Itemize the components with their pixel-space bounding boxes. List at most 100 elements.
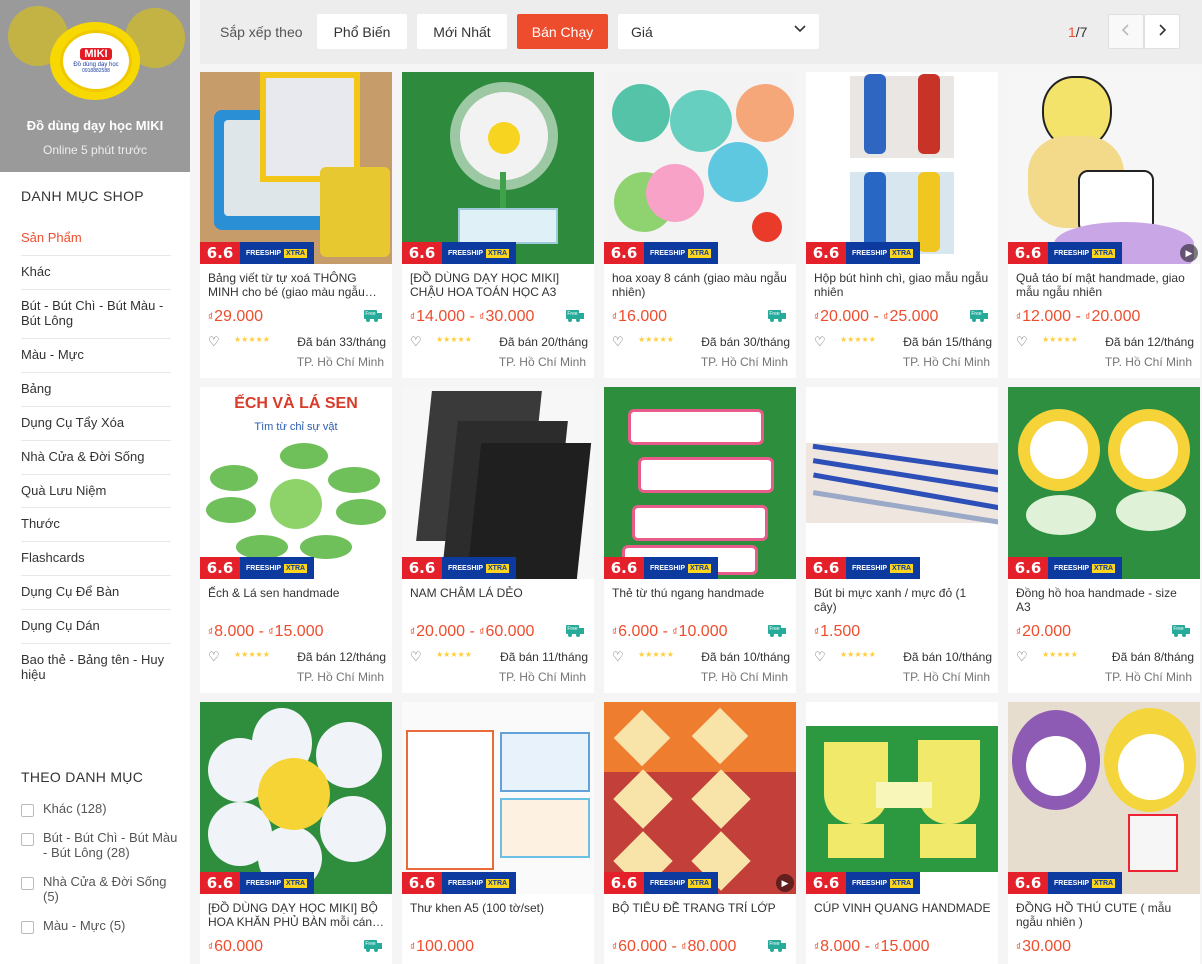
filter-checkbox[interactable] xyxy=(21,920,34,934)
product-image[interactable]: ẾCH VÀ LÁ SEN Tìm từ chỉ sự vật 6.6 FREES… xyxy=(200,387,392,579)
product-name[interactable]: Hộp bút hình chì, giao mẫu ngẫu nhiên xyxy=(814,271,992,299)
product-card[interactable]: 6.6 FREESHIP XTRA ▶ BỘ TIÊU ĐỀ TRANG TRÍ LỚP… xyxy=(604,702,796,964)
product-image[interactable]: 6.6 FREESHIP XTRA ▶ xyxy=(1008,72,1200,264)
product-name[interactable]: BỘ TIÊU ĐỀ TRANG TRÍ LỚP xyxy=(612,901,790,929)
product-image[interactable]: 6.6 FREESHIP XTRA xyxy=(402,387,594,579)
product-card[interactable]: 6.6 FREESHIP XTRA Thẻ từ thú ngang handmade… xyxy=(604,387,796,693)
product-image[interactable]: 6.6 FREESHIP XTRA xyxy=(1008,702,1200,894)
product-card[interactable]: 6.6 FREESHIP XTRA Hộp bút hình chì, giao mẫ… xyxy=(806,72,998,378)
filter-item[interactable]: Màu - Mực (5) xyxy=(21,918,181,934)
heart-icon[interactable]: ♡ xyxy=(1016,334,1028,350)
heart-icon[interactable]: ♡ xyxy=(1016,649,1028,665)
product-location: TP. Hồ Chí Minh xyxy=(700,670,788,684)
product-card[interactable]: 6.6 FREESHIP XTRA [ĐỒ DÙNG DẠY HỌC MIKI] CH… xyxy=(402,72,594,378)
category-item-bao-the[interactable]: Bao thẻ - Bảng tên - Huy hiệu xyxy=(21,644,171,692)
sort-price-select[interactable]: Giá xyxy=(618,14,819,49)
rating-stars-icon: ★★★★★ xyxy=(1042,650,1078,659)
product-name[interactable]: Đồng hồ hoa handmade - size A3 xyxy=(1016,586,1194,614)
product-image[interactable]: 6.6 FREESHIP XTRA xyxy=(402,72,594,264)
category-item-mau-muc[interactable]: Màu - Mực xyxy=(21,339,171,373)
product-name[interactable]: Bút bi mực xanh / mực đỏ (1 cây) xyxy=(814,586,992,614)
product-image[interactable]: 6.6 FREESHIP XTRA xyxy=(200,72,392,264)
product-name[interactable]: CÚP VINH QUANG HANDMADE xyxy=(814,901,992,929)
category-item-de-ban[interactable]: Dụng Cụ Để Bàn xyxy=(21,576,171,611)
product-image[interactable]: 6.6 FREESHIP XTRA xyxy=(806,702,998,894)
heart-icon[interactable]: ♡ xyxy=(814,649,826,665)
filter-checkbox[interactable] xyxy=(21,876,34,890)
product-card[interactable]: 6.6 FREESHIP XTRA NAM CHÂM LÁ DẺO ₫20.000 - … xyxy=(402,387,594,693)
heart-icon[interactable]: ♡ xyxy=(814,334,826,350)
filter-item[interactable]: Khác (128) xyxy=(21,801,181,817)
category-item-flashcards[interactable]: Flashcards xyxy=(21,542,171,577)
product-name[interactable]: NAM CHÂM LÁ DẺO xyxy=(410,586,588,614)
product-name[interactable]: [ĐỒ DÙNG DẠY HỌC MIKI] CHẬU HOA TOÁN HỌC… xyxy=(410,271,588,299)
product-image[interactable]: 6.6 FREESHIP XTRA xyxy=(604,72,796,264)
product-name[interactable]: Quả táo bí mật handmade, giao mẫu ngẫu n… xyxy=(1016,271,1194,299)
product-card[interactable]: 6.6 FREESHIP XTRA CÚP VINH QUANG HANDMADE ₫8… xyxy=(806,702,998,964)
shop-header[interactable]: MIKI Đồ dùng dạy học 0918882588 Đồ dùng … xyxy=(0,0,190,172)
filter-item[interactable]: Nhà Cửa & Đời Sống (5) xyxy=(21,874,181,905)
product-image[interactable]: 6.6 FREESHIP XTRA ▶ xyxy=(604,702,796,894)
category-item-dung-cu-dan[interactable]: Dụng Cụ Dán xyxy=(21,610,171,645)
heart-icon[interactable]: ♡ xyxy=(208,334,220,350)
filter-checkbox[interactable] xyxy=(21,804,34,817)
filter-title: THEO DANH MỤC xyxy=(21,769,144,785)
prev-page-button[interactable] xyxy=(1108,14,1144,49)
sort-popular-button[interactable]: Phổ Biến xyxy=(317,14,407,49)
product-card[interactable]: 6.6 FREESHIP XTRA Đồng hồ hoa handmade - si… xyxy=(1008,387,1200,693)
product-image[interactable]: 6.6 FREESHIP XTRA xyxy=(806,72,998,264)
heart-icon[interactable]: ♡ xyxy=(208,649,220,665)
heart-icon[interactable]: ♡ xyxy=(612,334,624,350)
video-play-icon[interactable]: ▶ xyxy=(776,874,794,892)
product-card[interactable]: 6.6 FREESHIP XTRA Bảng viết từ tự xoá THÔNG… xyxy=(200,72,392,378)
sale-badge: 6.6 xyxy=(806,557,846,579)
video-play-icon[interactable]: ▶ xyxy=(1180,244,1198,262)
product-image[interactable]: 6.6 FREESHIP XTRA xyxy=(402,702,594,894)
sort-newest-button[interactable]: Mới Nhất xyxy=(417,14,507,49)
category-item-tay-xoa[interactable]: Dụng Cụ Tẩy Xóa xyxy=(21,407,171,441)
filter-checkbox[interactable] xyxy=(21,833,34,846)
filter-item[interactable]: Bút - Bút Chì - Bút Màu - Bút Lông (28) xyxy=(21,830,181,861)
sort-bestselling-button[interactable]: Bán Chạy xyxy=(517,14,608,49)
category-item-nha-cua[interactable]: Nhà Cửa & Đời Sống xyxy=(21,441,171,475)
price-to: 30.000 xyxy=(485,308,535,325)
product-meta: ♡ ★★★★★ Đã bán 20/tháng xyxy=(410,334,588,350)
product-card[interactable]: 6.6 FREESHIP XTRA ▶ Quả táo bí mật handmade,… xyxy=(1008,72,1200,378)
product-name[interactable]: Thẻ từ thú ngang handmade xyxy=(612,586,790,614)
rating-stars-icon: ★★★★★ xyxy=(1042,335,1078,344)
product-price: ₫16.000 xyxy=(612,308,667,326)
product-name[interactable]: Thư khen A5 (100 tờ/set) xyxy=(410,901,588,929)
product-image[interactable]: 6.6 FREESHIP XTRA xyxy=(1008,387,1200,579)
product-name[interactable]: ĐỒNG HỒ THÚ CUTE ( mẫu ngẫu nhiên ) xyxy=(1016,901,1194,929)
product-image[interactable]: 6.6 FREESHIP XTRA xyxy=(200,702,392,894)
heart-icon[interactable]: ♡ xyxy=(612,649,624,665)
next-page-button[interactable] xyxy=(1144,14,1180,49)
product-name[interactable]: [ĐỒ DÙNG DẠY HỌC MIKI] BỘ HOA KHĂN PHỦ B… xyxy=(208,901,386,929)
heart-icon[interactable]: ♡ xyxy=(410,649,422,665)
product-card[interactable]: 6.6 FREESHIP XTRA ĐỒNG HỒ THÚ CUTE ( mẫu ng… xyxy=(1008,702,1200,964)
sale-badge: 6.6 xyxy=(1008,872,1048,894)
category-item-thuoc[interactable]: Thước xyxy=(21,508,171,543)
product-card[interactable]: 6.6 FREESHIP XTRA hoa xoay 8 cánh (giao màu… xyxy=(604,72,796,378)
category-item-khac[interactable]: Khác xyxy=(21,256,171,290)
free-shipping-truck-icon: Free xyxy=(364,940,382,952)
product-card[interactable]: 6.6 FREESHIP XTRA [ĐỒ DÙNG DẠY HỌC MIKI] BỘ… xyxy=(200,702,392,964)
product-card[interactable]: 6.6 FREESHIP XTRA Bút bi mực xanh / mực đỏ … xyxy=(806,387,998,693)
category-item-but[interactable]: Bút - Bút Chì - Bút Màu - Bút Lông xyxy=(21,290,171,339)
heart-icon[interactable]: ♡ xyxy=(410,334,422,350)
product-name[interactable]: Bảng viết từ tự xoá THÔNG MINH cho bé (g… xyxy=(208,271,386,299)
currency-symbol: ₫ xyxy=(410,627,416,638)
product-image[interactable]: 6.6 FREESHIP XTRA xyxy=(806,387,998,579)
product-card[interactable]: ẾCH VÀ LÁ SEN Tìm từ chỉ sự vật 6.6 FREES… xyxy=(200,387,392,693)
sale-badge: 6.6 xyxy=(806,872,846,894)
category-item-bang[interactable]: Bảng xyxy=(21,373,171,407)
product-name[interactable]: Ếch & Lá sen handmade xyxy=(208,586,386,614)
shop-name[interactable]: Đồ dùng dạy học MIKI xyxy=(0,118,190,133)
product-card[interactable]: 6.6 FREESHIP XTRA Thư khen A5 (100 tờ/set) ₫… xyxy=(402,702,594,964)
category-item-qua-luu-niem[interactable]: Quà Lưu Niệm xyxy=(21,475,171,509)
art-subtitle: Tìm từ chỉ sự vật xyxy=(254,421,338,433)
category-item-san-pham[interactable]: Sản Phẩm xyxy=(21,222,171,256)
product-image[interactable]: 6.6 FREESHIP XTRA xyxy=(604,387,796,579)
shop-logo[interactable]: MIKI Đồ dùng dạy học 0918882588 xyxy=(60,30,132,92)
product-name[interactable]: hoa xoay 8 cánh (giao màu ngẫu nhiên) xyxy=(612,271,790,299)
